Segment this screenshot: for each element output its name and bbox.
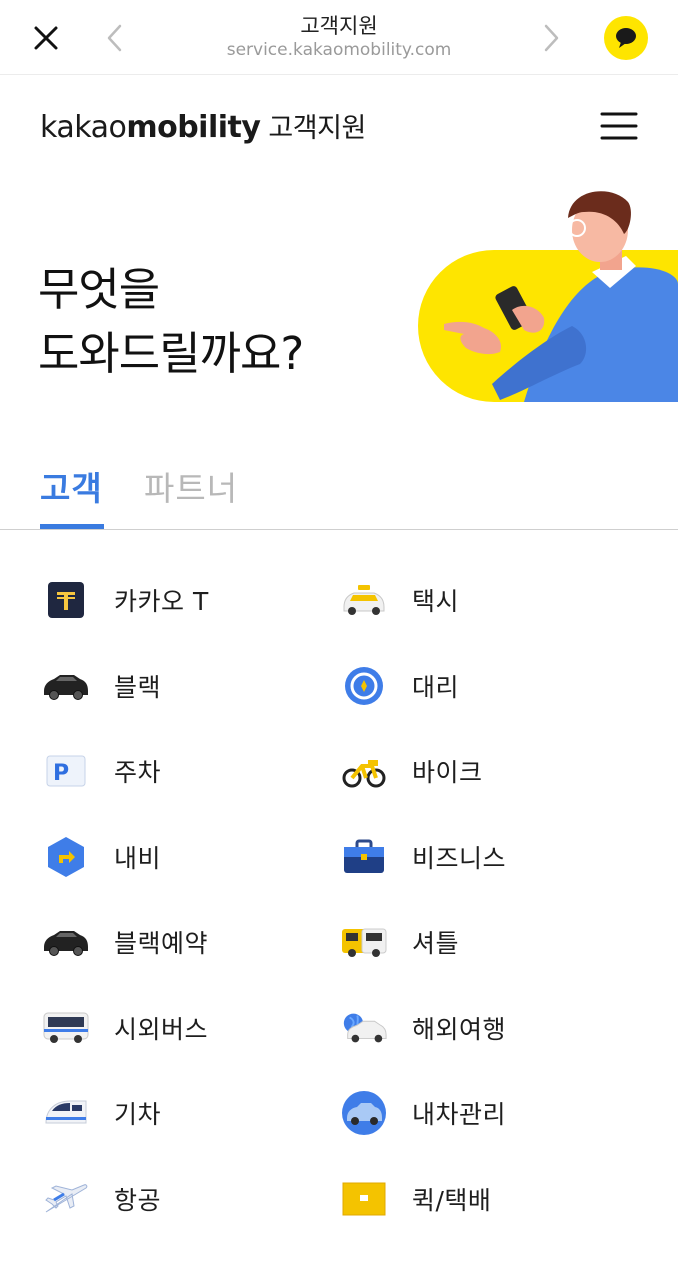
kakao-t-icon	[42, 576, 90, 624]
service-label: 기차	[114, 1100, 162, 1129]
service-black[interactable]: 블랙	[42, 656, 342, 716]
intercity-bus-icon	[42, 1004, 90, 1052]
svg-text:P: P	[53, 761, 69, 786]
hero-line-2: 도와드릴까요?	[38, 327, 304, 380]
browser-top-bar: 고객지원 service.kakaomobility.com	[0, 0, 678, 75]
service-intercity-bus[interactable]: 시외버스	[42, 998, 342, 1058]
airplane-icon	[42, 1175, 90, 1223]
brand-logo[interactable]: kakaomobility 고객지원	[40, 106, 366, 145]
service-business[interactable]: 비즈니스	[340, 827, 640, 887]
browser-page-title: 고객지원	[300, 14, 378, 38]
brand-support: 고객지원	[268, 113, 366, 144]
briefcase-icon	[340, 833, 388, 881]
service-label: 블랙	[114, 673, 162, 702]
service-label: 내차관리	[412, 1100, 507, 1129]
shuttle-bus-icon	[340, 918, 388, 966]
service-shuttle[interactable]: 셔틀	[340, 912, 640, 972]
steering-wheel-icon	[340, 662, 388, 710]
service-label: 블랙예약	[114, 929, 209, 958]
service-label: 비즈니스	[412, 844, 507, 873]
service-label: 카카오 T	[114, 587, 209, 616]
service-airline[interactable]: 항공	[42, 1169, 342, 1229]
service-car-care[interactable]: 내차관리	[340, 1083, 640, 1143]
hero-heading: 무엇을 도와드릴까요?	[38, 258, 304, 386]
service-label: 퀵/택배	[412, 1186, 492, 1215]
service-kakao-t[interactable]: 카카오 T	[42, 570, 342, 630]
navi-icon	[42, 833, 90, 881]
train-icon	[42, 1089, 90, 1137]
overseas-travel-icon	[340, 1004, 388, 1052]
brand-mobility: mobility	[126, 110, 261, 145]
browser-url: service.kakaomobility.com	[226, 40, 452, 60]
delivery-box-icon	[340, 1175, 388, 1223]
service-parking[interactable]: P 주차	[42, 741, 342, 801]
service-delivery[interactable]: 퀵/택배	[340, 1169, 640, 1229]
tab-partner[interactable]: 파트너	[144, 462, 238, 510]
service-label: 대리	[412, 673, 460, 702]
tab-customer[interactable]: 고객	[40, 462, 103, 510]
service-label: 항공	[114, 1186, 162, 1215]
service-black-reservation[interactable]: 블랙예약	[42, 912, 342, 972]
service-label: 내비	[114, 844, 162, 873]
service-taxi[interactable]: 택시	[340, 570, 640, 630]
forward-arrow-icon[interactable]	[536, 20, 566, 56]
hamburger-menu-icon[interactable]	[600, 110, 638, 142]
service-bike[interactable]: 바이크	[340, 741, 640, 801]
bike-icon	[340, 747, 388, 795]
service-driver[interactable]: 대리	[340, 656, 640, 716]
service-overseas-travel[interactable]: 해외여행	[340, 998, 640, 1058]
service-label: 셔틀	[412, 929, 460, 958]
service-label: 바이크	[412, 758, 483, 787]
hero-line-1: 무엇을	[38, 263, 160, 316]
taxi-icon	[340, 576, 388, 624]
parking-icon: P	[42, 747, 90, 795]
car-care-icon	[340, 1089, 388, 1137]
black-car-icon	[42, 662, 90, 710]
service-label: 해외여행	[412, 1015, 507, 1044]
black-reservation-icon	[42, 918, 90, 966]
service-label: 택시	[412, 587, 460, 616]
service-label: 시외버스	[114, 1015, 209, 1044]
hero-illustration	[404, 184, 678, 404]
service-train[interactable]: 기차	[42, 1083, 342, 1143]
tab-divider	[0, 529, 678, 530]
kakaotalk-chat-icon[interactable]	[604, 16, 648, 60]
service-navi[interactable]: 내비	[42, 827, 342, 887]
service-label: 주차	[114, 758, 162, 787]
brand-kakao: kakao	[40, 110, 127, 145]
